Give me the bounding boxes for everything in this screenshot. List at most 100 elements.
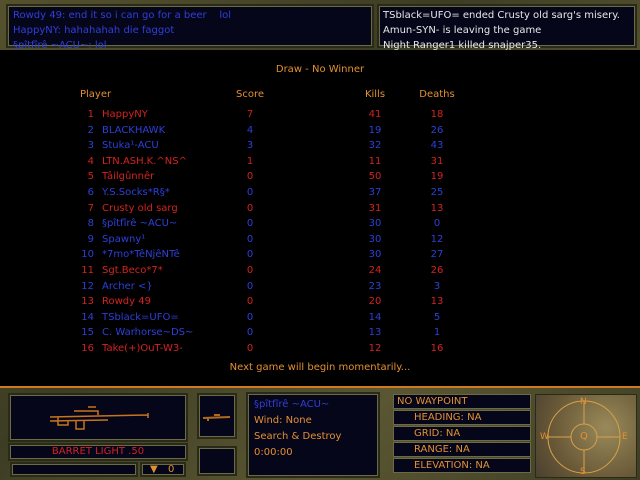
row-player-name: C. Warhorse~DS~ — [102, 327, 194, 339]
kill-line: Amun-SYN- is leaving the game — [383, 25, 542, 36]
row-score: 0 — [246, 343, 254, 354]
row-kills: 37 — [368, 187, 382, 198]
row-score: 0 — [246, 202, 254, 214]
weapon-panel — [8, 393, 188, 442]
row-player-name: Rowdy 49 — [102, 296, 151, 308]
row-deaths: 13 — [430, 296, 444, 308]
row-score: 0 — [246, 265, 254, 276]
scoreboard-row: 4 LTN.ASH.K.^NS^ 1 11 31 — [0, 154, 640, 169]
player-name: §pîtfîrê ~ACU~ — [254, 399, 330, 410]
row-score: 1 — [246, 155, 254, 167]
row-rank: 3 — [87, 140, 94, 152]
elevation-readout: ELEVATION: NA — [393, 458, 531, 473]
row-deaths: 16 — [430, 343, 444, 354]
row-deaths: 26 — [430, 124, 444, 136]
scoreboard-row: 1 HappyNY 7 41 18 — [0, 107, 640, 122]
row-player-name: Crusty old sarg — [102, 202, 178, 214]
row-player-name: Spawny¹ — [102, 233, 146, 245]
row-kills: 11 — [368, 155, 382, 167]
row-kills: 31 — [368, 202, 382, 214]
row-kills: 12 — [368, 343, 382, 354]
row-deaths: 1 — [433, 327, 441, 339]
mission-info-panel: §pîtfîrê ~ACU~ Wind: None Search & Destr… — [246, 392, 380, 478]
row-rank: 11 — [81, 265, 94, 276]
row-score: 4 — [246, 124, 254, 136]
row-kills: 19 — [368, 124, 382, 136]
waypoint-status: NO WAYPOINT — [393, 394, 531, 409]
row-kills: 24 — [368, 265, 382, 276]
row-player-name: TSblack=UFO= — [102, 311, 179, 323]
ammo-panel: ▼ 0 — [140, 462, 186, 477]
row-player-name: §pîtfîrê ~ACU~ — [102, 218, 178, 230]
row-deaths: 3 — [433, 280, 441, 292]
row-kills: 20 — [368, 296, 382, 308]
chat-box: Rowdy 49: end it so i can go for a beer … — [6, 4, 374, 51]
row-rank: 14 — [81, 311, 94, 323]
row-kills: 30 — [368, 249, 382, 261]
row-kills: 50 — [368, 171, 382, 183]
row-rank: 13 — [81, 296, 94, 308]
row-rank: 12 — [81, 280, 94, 292]
row-player-name: BLACKHAWK — [102, 124, 166, 136]
secondary-weapon-slot[interactable] — [197, 393, 237, 439]
scoreboard-row: 2 BLACKHAWK 4 19 26 — [0, 123, 640, 138]
grid-readout: GRID: NA — [393, 426, 531, 441]
kill-line: TSblack=UFO= ended Crusty old sarg's mis… — [383, 10, 620, 21]
scoreboard-row: 7 Crusty old sarg 0 31 13 — [0, 201, 640, 216]
row-kills: 30 — [368, 233, 382, 245]
scoreboard-row: 11 Sgt.Beco*7* 0 24 26 — [0, 263, 640, 278]
row-player-name: Stuka¹-ACU — [102, 140, 159, 152]
chat-line: HappyNY: hahahahah die faggot — [13, 25, 175, 36]
scoreboard: Draw - No Winner Player Score Kills Deat… — [0, 50, 640, 388]
row-score: 0 — [246, 296, 254, 308]
row-score: 0 — [246, 249, 254, 261]
row-kills: 14 — [368, 311, 382, 323]
scoreboard-row: 3 Stuka¹-ACU 3 32 43 — [0, 138, 640, 153]
row-kills: 32 — [368, 140, 382, 152]
item-slot[interactable] — [197, 446, 237, 476]
row-score: 0 — [246, 311, 254, 323]
scoreboard-row: 9 Spawny¹ 0 30 12 — [0, 232, 640, 247]
row-rank: 15 — [81, 327, 94, 339]
row-score: 0 — [246, 233, 254, 245]
row-score: 0 — [246, 280, 254, 292]
match-result-title: Draw - No Winner — [275, 64, 365, 75]
row-kills: 23 — [368, 280, 382, 292]
row-score: 0 — [246, 327, 254, 339]
row-deaths: 25 — [430, 187, 444, 198]
row-deaths: 0 — [433, 218, 441, 230]
compass-n: N — [580, 397, 587, 407]
row-score: 0 — [246, 187, 254, 198]
row-rank: 4 — [87, 155, 94, 167]
compass-s: S — [580, 467, 586, 477]
scoreboard-row: 16 Take(+)OuT-W3- 0 12 16 — [0, 341, 640, 356]
game-timer: 0:00:00 — [254, 447, 293, 458]
compass-e: E — [622, 432, 628, 442]
row-deaths: 43 — [430, 140, 444, 152]
row-score: 0 — [246, 218, 254, 230]
row-rank: 16 — [81, 343, 94, 354]
row-deaths: 31 — [430, 155, 444, 167]
row-deaths: 19 — [430, 171, 444, 183]
ammo-count: 0 — [168, 464, 175, 475]
compass-center: Q — [580, 431, 588, 442]
game-mode: Search & Destroy — [254, 431, 342, 442]
row-player-name: Archer <} — [102, 280, 153, 292]
row-deaths: 26 — [430, 265, 444, 276]
scoreboard-row: 10 *7mo*TêNjêNTê 0 30 27 — [0, 247, 640, 262]
scoreboard-row: 12 Archer <} 0 23 3 — [0, 279, 640, 294]
row-deaths: 13 — [430, 202, 444, 214]
header-player: Player — [80, 89, 112, 100]
row-rank: 1 — [87, 109, 94, 120]
chat-line: Rowdy 49: end it so i can go for a beer … — [13, 10, 232, 21]
wind-status: Wind: None — [254, 415, 312, 426]
row-deaths: 27 — [430, 249, 444, 261]
sniper-rifle-icon — [49, 406, 149, 430]
row-player-name: HappyNY — [102, 109, 148, 120]
row-player-name: *7mo*TêNjêNTê — [102, 249, 180, 261]
heading-readout: HEADING: NA — [393, 410, 531, 425]
row-score: 7 — [246, 109, 254, 120]
row-rank: 9 — [87, 233, 94, 245]
compass-map[interactable]: N S E W Q — [535, 394, 637, 478]
row-rank: 8 — [87, 218, 94, 230]
